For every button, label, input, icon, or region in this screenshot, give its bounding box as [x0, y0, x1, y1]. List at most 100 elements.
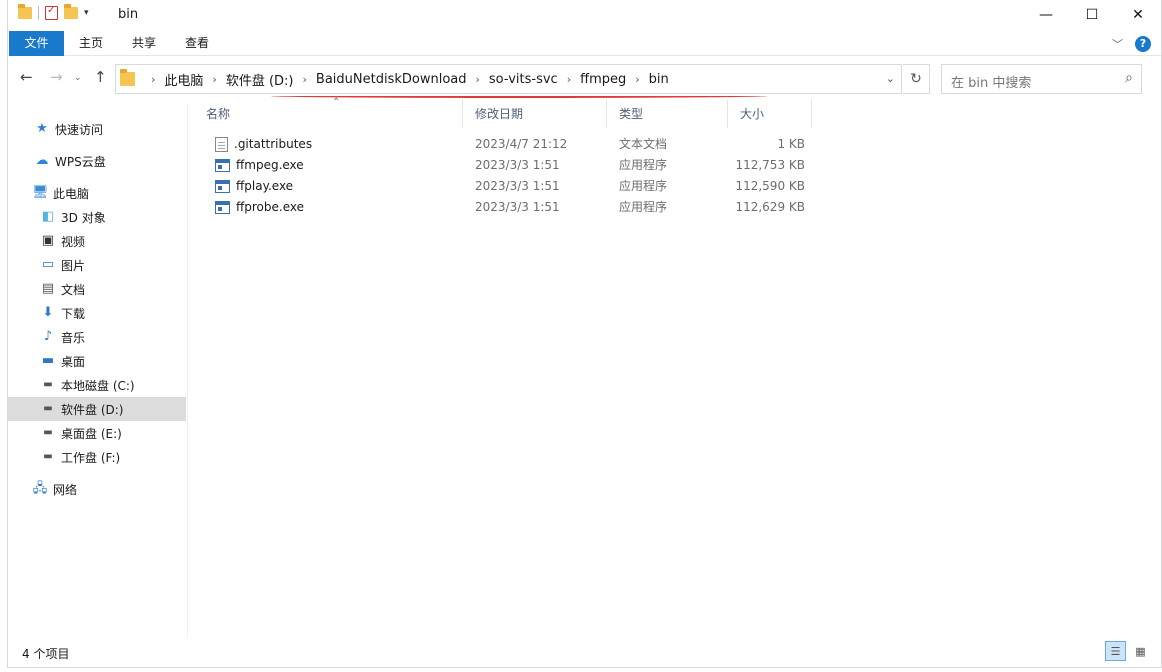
- file-type: 文本文档: [619, 137, 668, 151]
- sidebar-item-drive-f[interactable]: ▬ 工作盘 (F:): [8, 445, 186, 469]
- file-name: ffmpeg.exe: [236, 158, 304, 172]
- table-row[interactable]: ffprobe.exe 2023/3/3 1:51 应用程序 112,629 K…: [198, 197, 808, 218]
- picture-icon: ▭: [41, 257, 55, 272]
- sidebar-item-label: 文档: [61, 282, 86, 297]
- window-controls: — ☐ ✕: [1023, 0, 1161, 30]
- minimize-button[interactable]: —: [1023, 0, 1069, 30]
- breadcrumb-bin[interactable]: bin: [649, 72, 669, 87]
- chevron-right-icon[interactable]: ›: [151, 73, 155, 86]
- refresh-button[interactable]: ↻: [903, 64, 930, 94]
- file-size: 112,753 KB: [735, 158, 805, 172]
- sidebar-item-downloads[interactable]: ⬇ 下载: [8, 301, 186, 325]
- sidebar-item-desktop[interactable]: ▬ 桌面: [8, 349, 186, 373]
- details-view-icon: ☰: [1110, 644, 1121, 658]
- folder-icon: [18, 4, 32, 19]
- search-box[interactable]: 在 bin 中搜索 ⌕: [941, 64, 1142, 94]
- breadcrumb-baidunetdiskdownload[interactable]: BaiduNetdiskDownload: [316, 72, 467, 87]
- new-folder-icon[interactable]: [64, 4, 78, 19]
- document-icon: ▤: [41, 281, 55, 296]
- address-bar[interactable]: › 此电脑 › 软件盘 (D:) › BaiduNetdiskDownload …: [115, 64, 902, 98]
- file-type: 应用程序: [619, 158, 668, 172]
- sidebar-item-label: 本地磁盘 (C:): [61, 378, 135, 393]
- sidebar-item-drive-e[interactable]: ▬ 桌面盘 (E:): [8, 421, 186, 445]
- sidebar-item-network[interactable]: 🖧 网络: [8, 477, 186, 501]
- tab-file[interactable]: 文件: [9, 31, 64, 56]
- exe-file-icon: [215, 201, 230, 214]
- search-icon[interactable]: ⌕: [1125, 70, 1133, 86]
- file-date: 2023/3/3 1:51: [475, 158, 560, 172]
- quick-access-toolbar: ▾: [18, 4, 89, 20]
- file-size: 1 KB: [777, 137, 805, 151]
- table-row[interactable]: .gitattributes 2023/4/7 21:12 文本文档 1 KB: [198, 134, 808, 155]
- breadcrumb-this-pc[interactable]: 此电脑: [164, 70, 203, 89]
- table-row[interactable]: ffplay.exe 2023/3/3 1:51 应用程序 112,590 KB: [198, 176, 808, 197]
- sidebar-item-music[interactable]: ♪ 音乐: [8, 325, 186, 349]
- item-count: 4 个项目: [22, 647, 70, 661]
- chevron-right-icon[interactable]: ›: [476, 73, 480, 86]
- maximize-button[interactable]: ☐: [1069, 0, 1115, 30]
- address-dropdown-icon[interactable]: ⌄: [886, 72, 895, 85]
- sidebar-item-this-pc[interactable]: 🖥 此电脑: [8, 181, 186, 205]
- sidebar-item-label: 图片: [61, 258, 86, 273]
- column-header-name[interactable]: 名称: [198, 100, 463, 128]
- tab-share[interactable]: 共享: [130, 31, 158, 56]
- download-icon: ⬇: [42, 305, 54, 320]
- drive-icon: ▬: [43, 427, 53, 438]
- sidebar-item-label: 此电脑: [53, 186, 90, 201]
- navigation-pane: ★ 快速访问 ☁ WPS云盘 🖥 此电脑 ◧ 3D 对象 ▣ 视频 ▭ 图片 ▤…: [8, 104, 188, 638]
- table-row[interactable]: ffmpeg.exe 2023/3/3 1:51 应用程序 112,753 KB: [198, 155, 808, 176]
- customize-toolbar-icon[interactable]: ▾: [84, 8, 89, 18]
- file-name: ffplay.exe: [236, 179, 294, 193]
- chevron-right-icon[interactable]: ›: [212, 73, 216, 86]
- sidebar-item-pictures[interactable]: ▭ 图片: [8, 253, 186, 277]
- sidebar-item-drive-d[interactable]: ▬ 软件盘 (D:): [8, 397, 186, 421]
- sidebar-item-quick-access[interactable]: ★ 快速访问: [8, 117, 186, 141]
- sidebar-item-3d-objects[interactable]: ◧ 3D 对象: [8, 205, 186, 229]
- breadcrumb-drive-d[interactable]: 软件盘 (D:): [226, 70, 294, 89]
- column-header-size[interactable]: 大小: [732, 100, 812, 128]
- back-arrow-icon[interactable]: ←: [20, 68, 33, 86]
- music-icon: ♪: [43, 329, 53, 344]
- desktop-icon: ▬: [41, 353, 55, 368]
- chevron-right-icon[interactable]: ›: [567, 73, 571, 86]
- up-arrow-icon[interactable]: ↑: [94, 68, 107, 86]
- help-icon[interactable]: ?: [1135, 36, 1151, 52]
- sidebar-item-drive-c[interactable]: ▬ 本地磁盘 (C:): [8, 373, 186, 397]
- file-type: 应用程序: [619, 179, 668, 193]
- expand-ribbon-icon[interactable]: ﹀: [1112, 36, 1123, 52]
- column-header-type[interactable]: 类型: [611, 100, 728, 128]
- forward-arrow-icon[interactable]: →: [50, 68, 63, 86]
- chevron-right-icon[interactable]: ›: [303, 73, 307, 86]
- chevron-right-icon[interactable]: ›: [635, 73, 639, 86]
- sidebar-item-label: 视频: [61, 234, 86, 249]
- sidebar-item-wps-cloud[interactable]: ☁ WPS云盘: [8, 149, 186, 173]
- file-size: 112,590 KB: [735, 179, 805, 193]
- breadcrumb-ffmpeg[interactable]: ffmpeg: [580, 72, 626, 87]
- large-icons-view-button[interactable]: ▦: [1130, 641, 1151, 661]
- sidebar-item-label: 音乐: [61, 330, 86, 345]
- computer-icon: 🖥: [32, 185, 49, 200]
- breadcrumb-so-vits-svc[interactable]: so-vits-svc: [489, 72, 558, 87]
- window-title: bin: [118, 7, 139, 22]
- sidebar-item-documents[interactable]: ▤ 文档: [8, 277, 186, 301]
- tab-view[interactable]: 查看: [183, 31, 211, 56]
- cube-icon: ◧: [41, 209, 55, 224]
- sidebar-item-label: 下载: [61, 306, 86, 321]
- toolbar-divider: [38, 6, 39, 20]
- drive-icon: ▬: [43, 403, 53, 414]
- cloud-icon: ☁: [35, 153, 49, 168]
- close-button[interactable]: ✕: [1115, 0, 1161, 30]
- navigation-bar: ← → ⌄ ↑ › 此电脑 › 软件盘 (D:) › BaiduNetdiskD…: [8, 62, 1161, 98]
- file-date: 2023/4/7 21:12: [475, 137, 568, 151]
- recent-locations-icon[interactable]: ⌄: [74, 73, 82, 83]
- ribbon-right-controls: ﹀ ?: [1112, 36, 1151, 52]
- details-view-button[interactable]: ☰: [1105, 641, 1126, 661]
- sidebar-item-videos[interactable]: ▣ 视频: [8, 229, 186, 253]
- tab-home[interactable]: 主页: [77, 31, 105, 56]
- explorer-window: ▾ bin — ☐ ✕ 文件 主页 共享 查看 ﹀ ? ← → ⌄ ↑ › 此电…: [7, 0, 1162, 668]
- column-header-date[interactable]: 修改日期: [467, 100, 607, 128]
- ribbon-tabs: 文件 主页 共享 查看 ﹀ ?: [8, 31, 1161, 56]
- properties-icon[interactable]: [45, 5, 58, 20]
- search-input[interactable]: 在 bin 中搜索: [951, 72, 1031, 91]
- refresh-icon: ↻: [910, 71, 922, 87]
